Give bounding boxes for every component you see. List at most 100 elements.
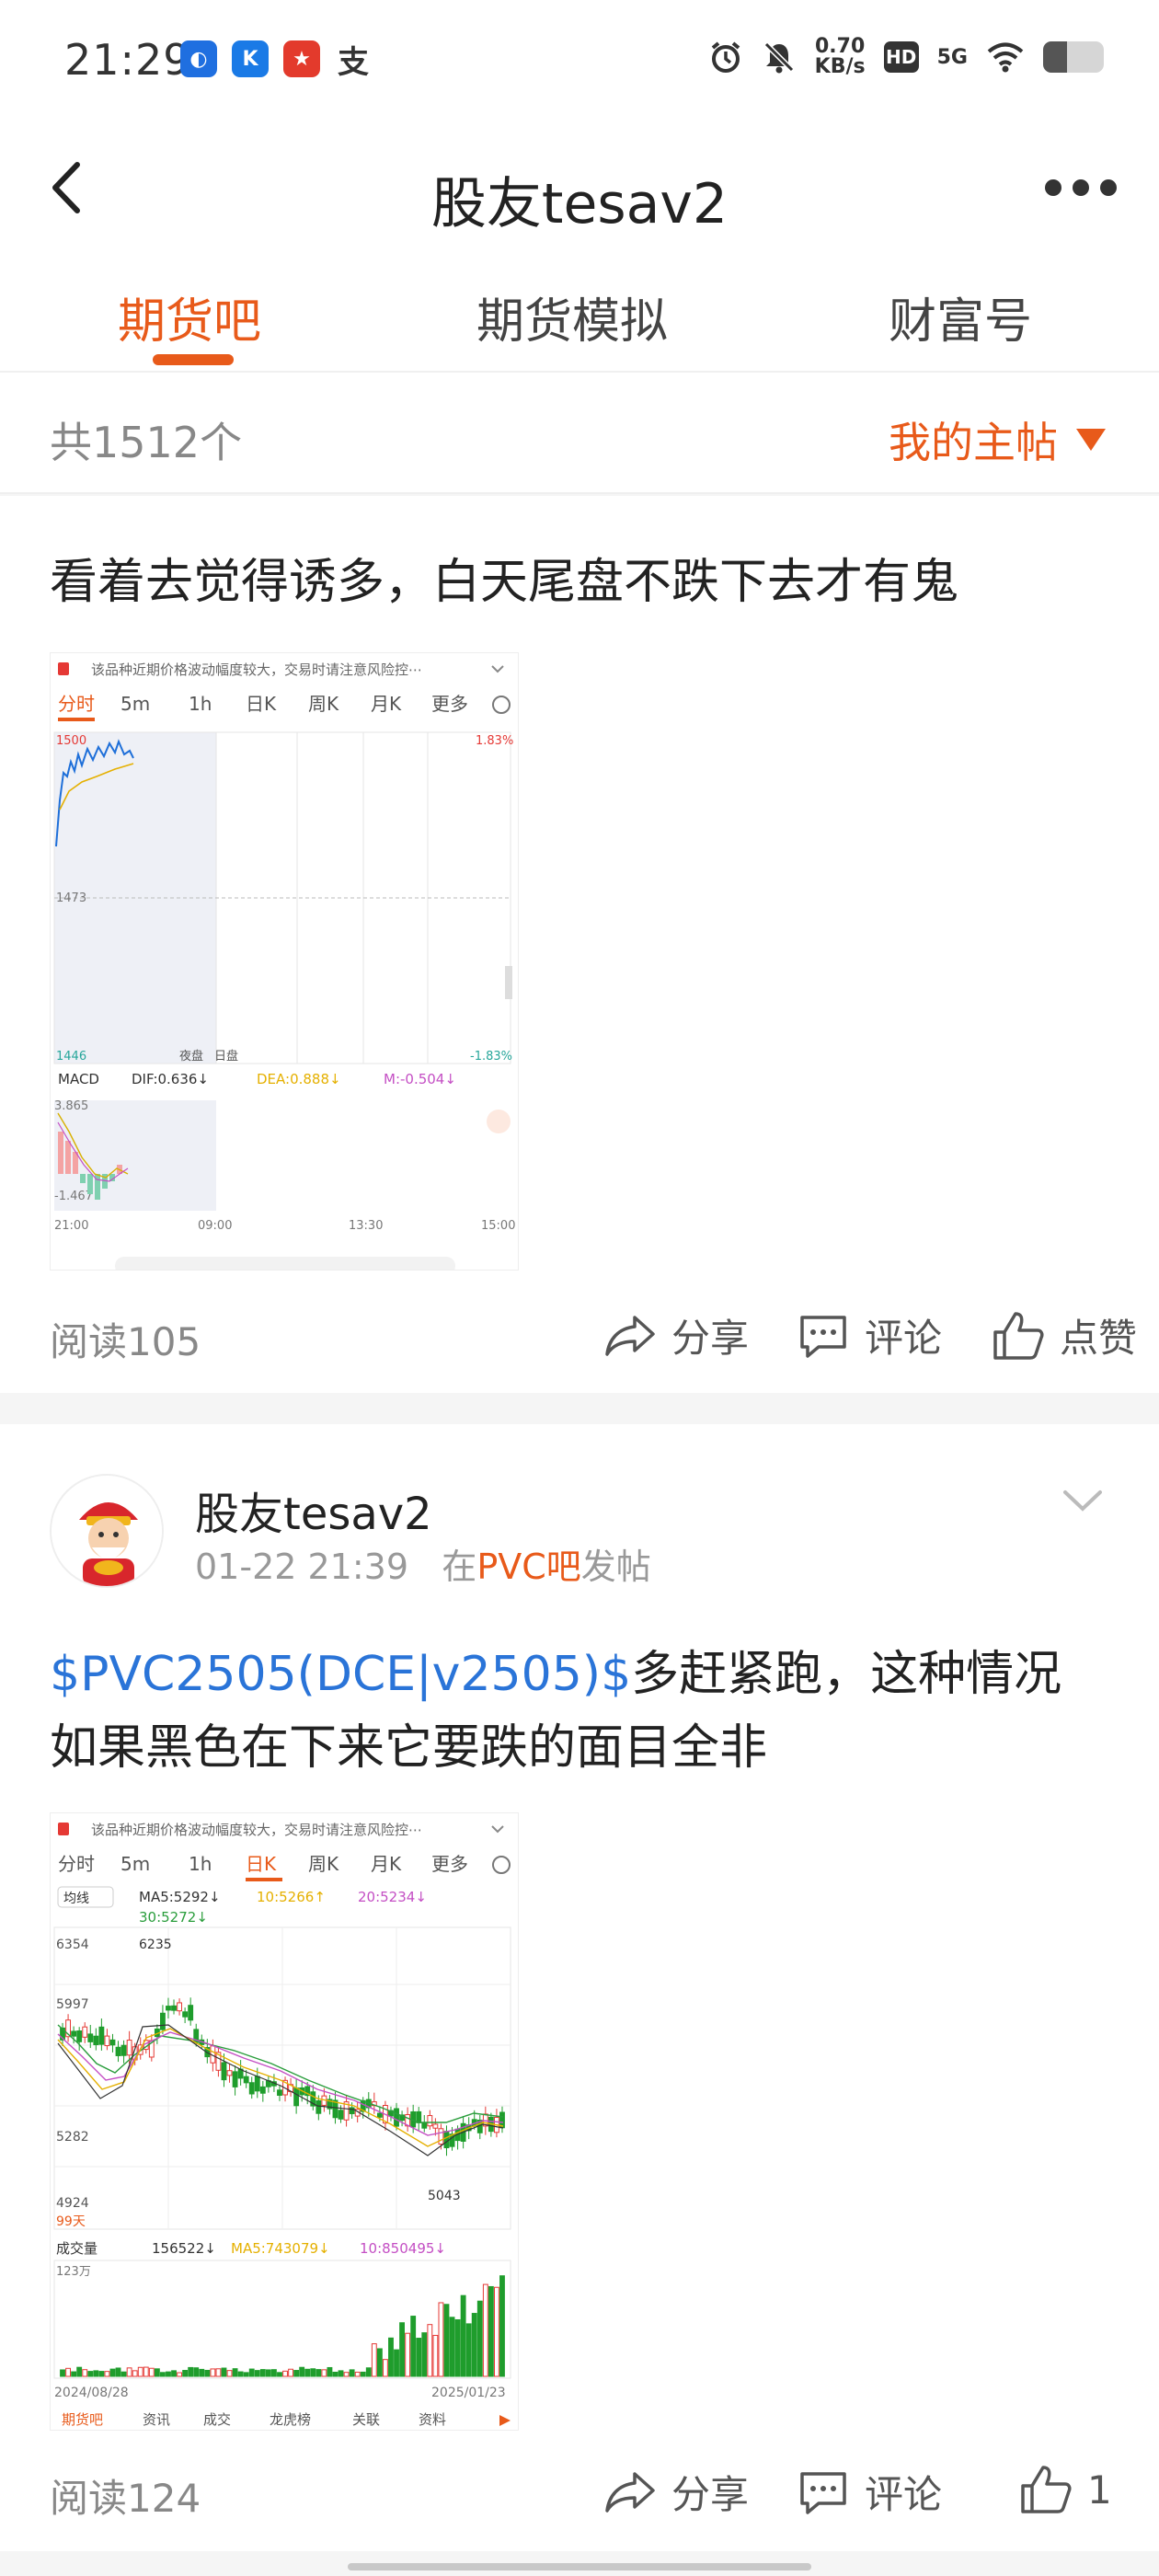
share-label: 分享 — [671, 2472, 750, 2517]
candle-body — [338, 2110, 344, 2120]
candle-body — [226, 2070, 233, 2076]
status-indicators: 0.70 KB/s HD 5G — [708, 37, 1104, 77]
volume-bar — [438, 2302, 444, 2377]
candle-body — [82, 2026, 88, 2038]
macd-dea: DEA:0.888↓ — [257, 1071, 341, 1087]
more-options-icon[interactable] — [1045, 179, 1117, 196]
volume-bar — [120, 2371, 127, 2377]
volume-bar — [160, 2372, 166, 2377]
volume-bar — [327, 2366, 333, 2377]
share-button[interactable]: 分享 — [603, 2464, 749, 2520]
avatar[interactable] — [50, 1474, 164, 1588]
like-label: 点赞 — [1060, 1316, 1138, 1361]
volume-bar — [488, 2285, 494, 2377]
candle-body — [349, 2107, 355, 2114]
volume-bar — [154, 2368, 160, 2377]
candle-body — [394, 2108, 399, 2127]
candle-body — [126, 2040, 132, 2056]
comment-button[interactable]: 评论 — [797, 2464, 942, 2520]
session-label: 日盘 — [214, 1049, 238, 1064]
chart-tab: 分时 — [58, 1853, 95, 1875]
post-text: 看着去觉得诱多，白天尾盘不跌下去才有鬼 — [50, 555, 959, 610]
volume-bar — [221, 2367, 227, 2377]
candle-body — [438, 2128, 444, 2145]
post-card[interactable]: 股友tesav2 01-22 21:39 在PVC吧发帖 $PVC2505(DC… — [0, 1424, 1159, 2551]
volume-bar — [443, 2304, 450, 2377]
volume-bar — [193, 2367, 200, 2377]
macd-m: M:-0.504↓ — [384, 1071, 456, 1087]
volume-ma10: 10:850495↓ — [360, 2240, 446, 2257]
volume-bar — [226, 2370, 233, 2377]
comment-label: 评论 — [865, 2472, 943, 2517]
volume-bar — [271, 2369, 277, 2377]
post-stats: 阅读124 分享 评论 1 — [0, 2449, 1159, 2532]
status-bar: 21:29 ◐ K ★ 支 0.70 KB/s HD 5G — [0, 0, 1159, 124]
network-type: 5G — [936, 45, 968, 69]
chart-tab: 5m — [120, 693, 150, 715]
comment-button[interactable]: 评论 — [797, 1307, 942, 1363]
candle-body — [293, 2087, 300, 2107]
chart-tab: 1h — [189, 1853, 212, 1875]
volume-bar — [254, 2370, 260, 2377]
volume-bar — [115, 2367, 121, 2377]
net-speed-unit: KB/s — [814, 55, 866, 78]
volume-bar — [399, 2322, 405, 2377]
volume-bar — [215, 2368, 222, 2377]
like-button[interactable]: 点赞 — [992, 1307, 1137, 1363]
risk-warning: 该品种近期价格波动幅度较大，交易时请注意风险控⋯ — [91, 661, 422, 678]
filter-dropdown[interactable]: 我的主帖 — [889, 409, 1106, 470]
ma30-value: 30:5272↓ — [139, 1909, 208, 1926]
candle-body — [115, 2046, 121, 2056]
hd-badge: HD — [883, 41, 919, 73]
post-count: 共1512个 — [50, 418, 243, 467]
volume-bar — [166, 2371, 171, 2377]
price-high-label: 1500 — [56, 734, 86, 748]
volume-value: 156522↓ — [152, 2240, 216, 2257]
volume-bar — [109, 2368, 116, 2377]
notification-icons: ◐ K ★ 支 — [180, 40, 372, 81]
share-icon — [605, 2471, 655, 2513]
post-stats: 阅读105 分享 评论 点赞 — [0, 1293, 1159, 1375]
app-notification-icon: ★ — [283, 40, 320, 77]
candle-body — [93, 2035, 99, 2046]
home-indicator[interactable] — [348, 2563, 811, 2570]
bottom-tab: 成交 — [203, 2411, 231, 2428]
time-label: 13:30 — [349, 1219, 383, 1233]
like-button[interactable]: 1 — [1019, 2464, 1112, 2515]
price-peak-label: 6235 — [139, 1938, 172, 1952]
price-trough-label: 5043 — [428, 2189, 461, 2203]
post-image-chart[interactable]: 该品种近期价格波动幅度较大，交易时请注意风险控⋯ 分时 5m 1h 日K 周K … — [50, 652, 519, 1271]
stock-link[interactable]: $PVC2505(DCE|v2505)$ — [50, 1647, 631, 1702]
volume-bar — [432, 2334, 439, 2377]
risk-warning: 该品种近期价格波动幅度较大，交易时请注意风险控⋯ — [91, 1822, 422, 1838]
read-count: 阅读105 — [50, 1319, 201, 1364]
volume-bar — [143, 2366, 149, 2377]
candle-body — [177, 2002, 182, 2012]
post-card[interactable]: 看着去觉得诱多，白天尾盘不跌下去才有鬼 该品种近期价格波动幅度较大，交易时请注意… — [0, 496, 1159, 1393]
chevron-down-icon[interactable] — [1061, 1489, 1104, 1514]
tab-futures-bar[interactable]: 期货吧 — [118, 282, 261, 351]
volume-bar — [338, 2370, 344, 2377]
alarm-icon — [711, 41, 740, 73]
author-name[interactable]: 股友tesav2 — [195, 1478, 432, 1542]
alipay-icon: 支 — [338, 43, 369, 81]
volume-bar — [299, 2366, 305, 2377]
volume-bar — [376, 2348, 383, 2377]
volume-bar — [65, 2367, 71, 2377]
tab-futures-simulation[interactable]: 期货模拟 — [476, 282, 668, 351]
volume-bar — [71, 2371, 77, 2377]
candle-body — [277, 2089, 282, 2096]
volume-bar — [449, 2317, 455, 2377]
bar-link[interactable]: PVC吧 — [476, 1547, 580, 1587]
share-button[interactable]: 分享 — [603, 1307, 749, 1363]
comment-label: 评论 — [865, 1316, 943, 1361]
volume-bar — [410, 2316, 417, 2377]
volume-bar — [360, 2371, 366, 2377]
price-low-label: 1446 — [56, 1050, 86, 1064]
candle-body — [166, 2006, 171, 2011]
post-image-chart[interactable]: 该品种近期价格波动幅度较大，交易时请注意风险控⋯ 分时 5m 1h 日K 周K … — [50, 1812, 519, 2431]
volume-bar — [383, 2359, 388, 2377]
volume-bar — [204, 2369, 211, 2377]
volume-ma5: MA5:743079↓ — [231, 2240, 330, 2257]
tab-wealth-account[interactable]: 财富号 — [889, 282, 1032, 351]
